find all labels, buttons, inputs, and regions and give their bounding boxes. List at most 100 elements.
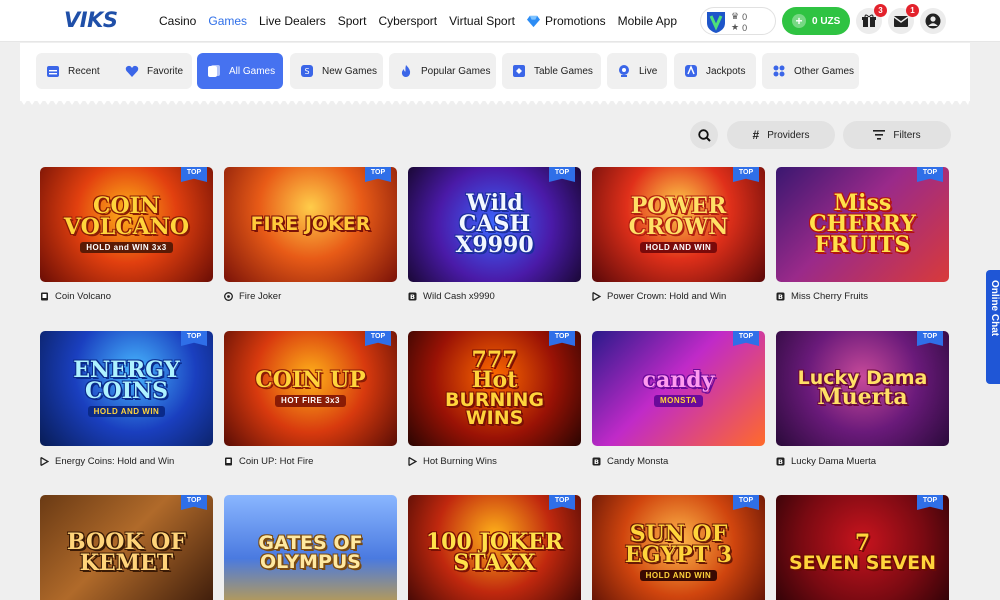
zigzag-edge — [20, 99, 970, 105]
game-artwork-title: BOOK OF KEMET — [40, 495, 213, 600]
game-artwork-title: COIN VOLCANO HOLD and WIN 3x3 — [40, 167, 213, 282]
category-jackpots[interactable]: Jackpots — [674, 53, 756, 89]
profile-button[interactable] — [920, 8, 946, 34]
site-logo[interactable]: VIKS — [64, 8, 118, 32]
game-card[interactable]: COIN UP HOT FIRE 3x3 TOP — [224, 331, 397, 446]
category-popular-games[interactable]: Popular Games — [389, 53, 496, 89]
svg-text:B: B — [594, 458, 599, 466]
game-card[interactable]: COIN VOLCANO HOLD and WIN 3x3 TOP — [40, 167, 213, 282]
category-table-games[interactable]: Table Games — [502, 53, 601, 89]
online-chat-label: Online Chat — [989, 280, 1000, 337]
game-artwork-title: Miss CHERRY FRUITS — [776, 167, 949, 282]
game-card[interactable]: 100 JOKER STAXX TOP — [408, 495, 581, 600]
nav-games[interactable]: Games — [208, 14, 247, 28]
mail-badge: 1 — [906, 4, 919, 17]
game-name-label: Fire Joker — [239, 290, 282, 302]
messages-button[interactable]: 1 — [888, 4, 919, 34]
game-artwork-title: GATES OF OLYMPUS — [224, 495, 397, 600]
artwork-title-line: STAXX — [453, 549, 536, 576]
nav-virtual-sport[interactable]: Virtual Sport — [449, 14, 515, 28]
svg-text:B: B — [778, 458, 783, 466]
artwork-title-line: Muerta — [817, 384, 908, 411]
game-card[interactable]: BOOK OF KEMET TOP — [40, 495, 213, 600]
nav-cybersport[interactable]: Cybersport — [378, 14, 437, 28]
artwork-title-line: CROWN — [628, 213, 729, 240]
filters-label: Filters — [893, 129, 921, 141]
provider-b-icon: B — [408, 292, 417, 301]
game-name[interactable]: Power Crown: Hold and Win — [592, 289, 726, 303]
artwork-title-line: KEMET — [79, 549, 174, 576]
game-card[interactable]: POWER CROWN HOLD AND WIN TOP — [592, 167, 765, 282]
game-card[interactable]: SUN OF EGYPT 3 HOLD AND WIN TOP — [592, 495, 765, 600]
category-new-games[interactable]: S New Games — [290, 53, 383, 89]
artwork-title-line: 7 — [854, 530, 871, 557]
online-chat-tab[interactable]: Online Chat — [986, 270, 1000, 384]
artwork-subtitle: HOLD and WIN 3x3 — [80, 241, 173, 254]
game-card[interactable]: 777 Hot BURNING WINS TOP — [408, 331, 581, 446]
game-card[interactable]: GATES OF OLYMPUS — [224, 495, 397, 600]
game-artwork-title: FIRE JOKER — [224, 167, 397, 282]
game-card[interactable]: FIRE JOKER TOP — [224, 167, 397, 282]
providers-button[interactable]: # Providers — [727, 121, 835, 149]
cards-icon — [208, 65, 220, 77]
category-other-games[interactable]: Other Games — [762, 53, 859, 89]
category-label: Recent — [68, 65, 100, 77]
game-card[interactable]: Lucky Dama Muerta TOP — [776, 331, 949, 446]
game-name-label: Wild Cash x9990 — [423, 290, 495, 302]
artwork-subtitle: HOLD AND WIN — [87, 405, 166, 418]
hash-icon: # — [752, 128, 760, 142]
provider-b-icon: B — [776, 292, 785, 301]
star-icon: ★ — [731, 22, 740, 32]
gift-badge: 3 — [874, 4, 887, 17]
game-name[interactable]: B Miss Cherry Fruits — [776, 289, 868, 303]
game-name[interactable]: Energy Coins: Hold and Win — [40, 454, 174, 468]
game-card[interactable]: Miss CHERRY FRUITS TOP — [776, 167, 949, 282]
category-label: All Games — [229, 65, 276, 77]
game-name-label: Hot Burning Wins — [423, 455, 497, 467]
game-card[interactable]: Wild CASH X9990 TOP — [408, 167, 581, 282]
game-name[interactable]: Coin Volcano — [40, 289, 111, 303]
gift-icon — [862, 14, 876, 27]
filters-button[interactable]: Filters — [843, 121, 951, 149]
artwork-title-line: COIN UP — [255, 367, 366, 394]
flame-icon — [401, 65, 411, 77]
nav-live-dealers[interactable]: Live Dealers — [259, 14, 326, 28]
provider-square-icon — [225, 457, 232, 465]
category-recent[interactable]: Recent — [36, 53, 124, 89]
game-name-label: Energy Coins: Hold and Win — [55, 455, 175, 467]
category-label: Other Games — [794, 65, 855, 77]
category-all-games[interactable]: All Games — [197, 53, 283, 89]
game-card[interactable]: candy MONSTA TOP — [592, 331, 765, 446]
nav-mobile-app[interactable]: Mobile App — [618, 14, 677, 28]
gift-button[interactable]: 3 — [856, 4, 887, 34]
nav-promotions-label: Promotions — [544, 14, 606, 28]
nav-promotions[interactable]: Promotions — [526, 14, 606, 28]
nav-casino[interactable]: Casino — [159, 14, 196, 28]
deposit-button[interactable]: + 0 UZS — [782, 7, 850, 35]
artwork-subtitle: HOLD AND WIN — [639, 569, 718, 582]
artwork-title-line: FRUITS — [814, 231, 911, 258]
svg-text:B: B — [410, 293, 415, 301]
loyalty-widget[interactable]: ♛ 0 ★ 0 — [700, 7, 776, 35]
live-icon — [619, 65, 629, 77]
game-name[interactable]: Hot Burning Wins — [408, 454, 497, 468]
nav-sport[interactable]: Sport — [338, 14, 367, 28]
category-label: Jackpots — [706, 65, 746, 77]
category-live[interactable]: Live — [607, 53, 667, 89]
category-bar: Recent Favorite All Games S New Games Po… — [20, 43, 970, 101]
search-button[interactable] — [690, 121, 718, 149]
provider-square-icon — [41, 292, 48, 300]
game-name[interactable]: B Lucky Dama Muerta — [776, 454, 876, 468]
game-name[interactable]: Fire Joker — [224, 289, 281, 303]
game-name[interactable]: Coin UP: Hot Fire — [224, 454, 313, 468]
heart-icon — [125, 65, 139, 77]
category-favorite[interactable]: Favorite — [115, 53, 192, 89]
game-name-label: Miss Cherry Fruits — [791, 290, 869, 302]
game-card[interactable]: ENERGY COINS HOLD AND WIN TOP — [40, 331, 213, 446]
artwork-title-line: X9990 — [455, 231, 534, 258]
game-name[interactable]: B Wild Cash x9990 — [408, 289, 495, 303]
artwork-title-line: EGYPT 3 — [624, 541, 733, 568]
game-name-label: Coin Volcano — [55, 290, 111, 302]
game-name[interactable]: B Candy Monsta — [592, 454, 668, 468]
game-card[interactable]: 7 SEVEN SEVEN TOP — [776, 495, 949, 600]
